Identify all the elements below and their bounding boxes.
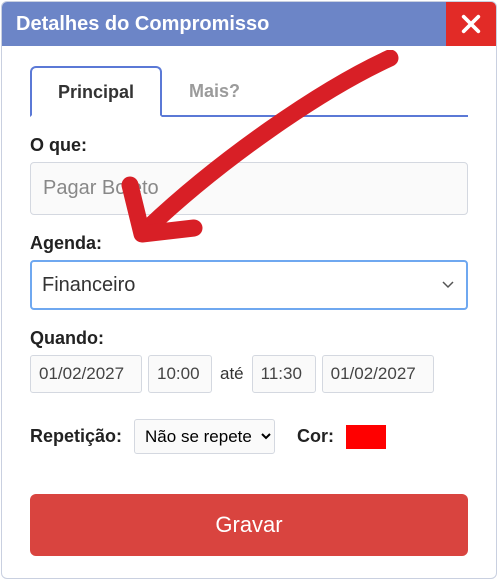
- dialog-header: Detalhes do Compromisso: [2, 2, 496, 46]
- tab-mais[interactable]: Mais?: [162, 66, 267, 117]
- time-start-input[interactable]: [148, 355, 212, 393]
- color-label: Cor:: [297, 426, 334, 447]
- dialog-body: Principal Mais? O que: Agenda: Financeir…: [2, 46, 496, 578]
- date-start-input[interactable]: [30, 355, 142, 393]
- close-button[interactable]: [446, 2, 496, 46]
- repeat-select[interactable]: Não se repete: [134, 419, 275, 454]
- what-input[interactable]: [30, 162, 468, 215]
- field-agenda: Agenda: Financeiro: [30, 233, 468, 310]
- dialog-title: Detalhes do Compromisso: [2, 13, 269, 36]
- save-button[interactable]: Gravar: [30, 494, 468, 556]
- agenda-label: Agenda:: [30, 233, 468, 254]
- when-label: Quando:: [30, 328, 468, 349]
- appointment-dialog: Detalhes do Compromisso Principal Mais? …: [1, 1, 497, 579]
- color-swatch[interactable]: [346, 425, 386, 449]
- close-icon: [460, 13, 482, 35]
- what-label: O que:: [30, 135, 468, 156]
- date-end-input[interactable]: [322, 355, 434, 393]
- when-row: até: [30, 355, 468, 393]
- until-text: até: [218, 364, 246, 384]
- field-what: O que:: [30, 135, 468, 215]
- tab-bar: Principal Mais?: [30, 64, 468, 117]
- field-when: Quando: até: [30, 328, 468, 393]
- time-end-input[interactable]: [252, 355, 316, 393]
- agenda-select[interactable]: Financeiro: [30, 260, 468, 310]
- repeat-label: Repetição:: [30, 426, 122, 447]
- tab-principal[interactable]: Principal: [30, 66, 162, 117]
- repeat-row: Repetição: Não se repete Cor:: [30, 419, 468, 454]
